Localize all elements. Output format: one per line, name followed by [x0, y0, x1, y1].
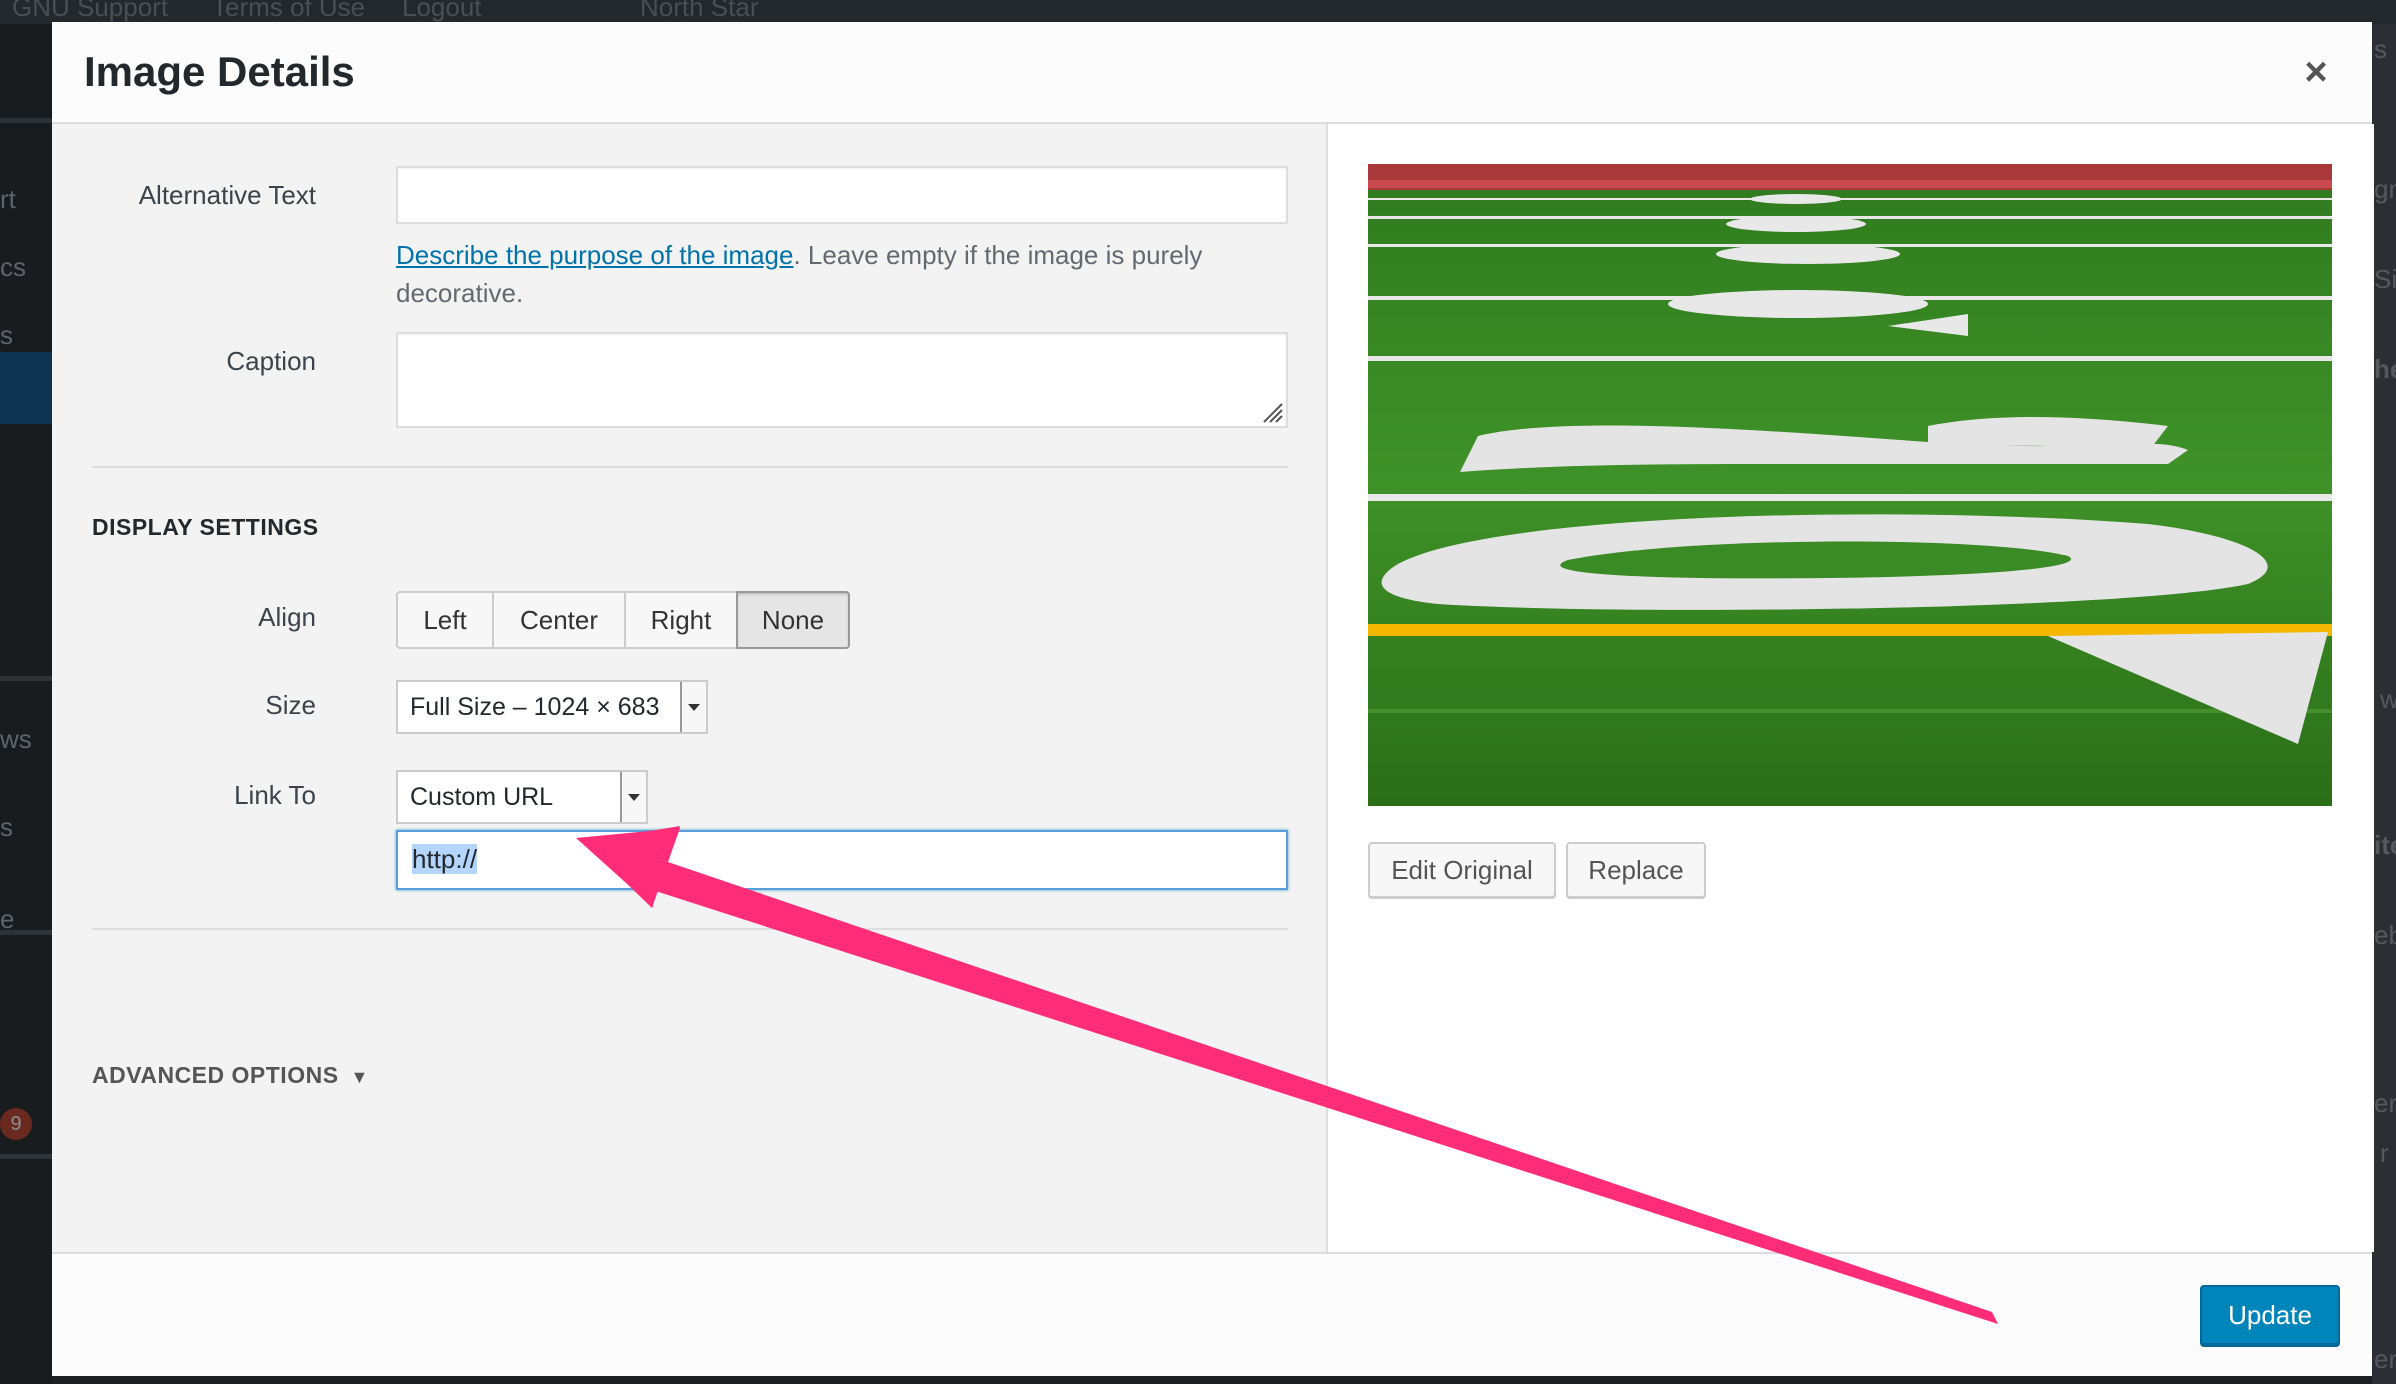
background-text: s: [2374, 34, 2387, 64]
align-left-button[interactable]: Left: [396, 591, 492, 649]
preview-pane: Edit Original Replace: [1326, 124, 2374, 1252]
sidebar-divider: [0, 676, 52, 681]
display-settings-heading: DISPLAY SETTINGS: [92, 514, 319, 540]
advanced-options-label: ADVANCED OPTIONS: [92, 1062, 339, 1088]
divider: [92, 928, 1288, 930]
alt-text-input[interactable]: [396, 166, 1288, 224]
alt-text-label: Alternative Text: [138, 180, 316, 210]
admin-top-bar: GNU Support Terms of Use Logout North St…: [0, 0, 2396, 24]
align-none-button[interactable]: None: [736, 591, 850, 649]
chevron-down-icon: [680, 682, 706, 732]
background-content-strip: s gn Siz he w ite eb er r er: [2372, 24, 2396, 1384]
sidebar-divider: [0, 1154, 52, 1159]
size-select[interactable]: Full Size – 1024 × 683: [396, 680, 708, 734]
background-text: Siz: [2374, 264, 2396, 294]
topbar-item: North Star: [640, 0, 759, 22]
chevron-down-icon: [620, 772, 646, 822]
sidebar-label: s: [0, 812, 13, 842]
background-text: er: [2374, 1088, 2396, 1118]
background-text: ite: [2374, 830, 2396, 860]
divider: [92, 466, 1288, 468]
topbar-item: Logout: [402, 0, 482, 22]
link-to-label: Link To: [234, 780, 316, 810]
image-preview: [1368, 164, 2332, 806]
describe-purpose-link[interactable]: Describe the purpose of the image: [396, 240, 793, 270]
background-text: er: [2374, 1344, 2396, 1374]
caption-textarea[interactable]: [396, 332, 1288, 428]
sidebar-label: s: [0, 320, 13, 350]
advanced-options-toggle[interactable]: ADVANCED OPTIONS ▼: [92, 1062, 369, 1089]
edit-original-button[interactable]: Edit Original: [1368, 842, 1556, 898]
modal-title: Image Details: [84, 48, 355, 95]
sidebar-label: rt: [0, 184, 16, 214]
caption-label: Caption: [226, 346, 316, 376]
sidebar-label: ws: [0, 724, 32, 754]
link-to-select-value: Custom URL: [410, 783, 554, 811]
topbar-item: Terms of Use: [212, 0, 366, 22]
align-center-button[interactable]: Center: [492, 591, 624, 649]
image-details-modal: Image Details × Alternative Text Describ…: [52, 22, 2374, 1376]
sidebar-label: cs: [0, 252, 26, 282]
triangle-down-icon: ▼: [350, 1067, 369, 1087]
custom-url-input[interactable]: http://: [396, 830, 1288, 890]
topbar-item: GNU Support: [12, 0, 169, 22]
size-label: Size: [265, 690, 316, 720]
background-text: eb: [2374, 920, 2396, 950]
resize-handle-icon[interactable]: [1260, 400, 1284, 424]
update-button[interactable]: Update: [2200, 1285, 2340, 1345]
sidebar-divider: [0, 930, 52, 935]
custom-url-value: http://: [412, 844, 478, 874]
background-text: r: [2380, 1138, 2389, 1168]
replace-button[interactable]: Replace: [1566, 842, 1706, 898]
close-icon[interactable]: ×: [2294, 50, 2338, 94]
align-button-group: Left Center Right None: [396, 591, 850, 649]
background-text: he: [2374, 354, 2396, 384]
notification-badge: 9: [0, 1108, 32, 1140]
sidebar-divider: [0, 118, 52, 123]
settings-pane: Alternative Text Describe the purpose of…: [52, 124, 1326, 1252]
modal-header: Image Details ×: [52, 22, 2372, 124]
size-select-value: Full Size – 1024 × 683: [410, 693, 660, 721]
background-text: w: [2380, 684, 2396, 714]
modal-footer: Update: [52, 1252, 2372, 1376]
link-to-select[interactable]: Custom URL: [396, 770, 648, 824]
alt-text-help: Describe the purpose of the image. Leave…: [396, 236, 1276, 312]
background-text: gn: [2374, 174, 2396, 204]
align-right-button[interactable]: Right: [624, 591, 736, 649]
football-field-photo: [1368, 164, 2332, 806]
align-label: Align: [258, 602, 316, 632]
